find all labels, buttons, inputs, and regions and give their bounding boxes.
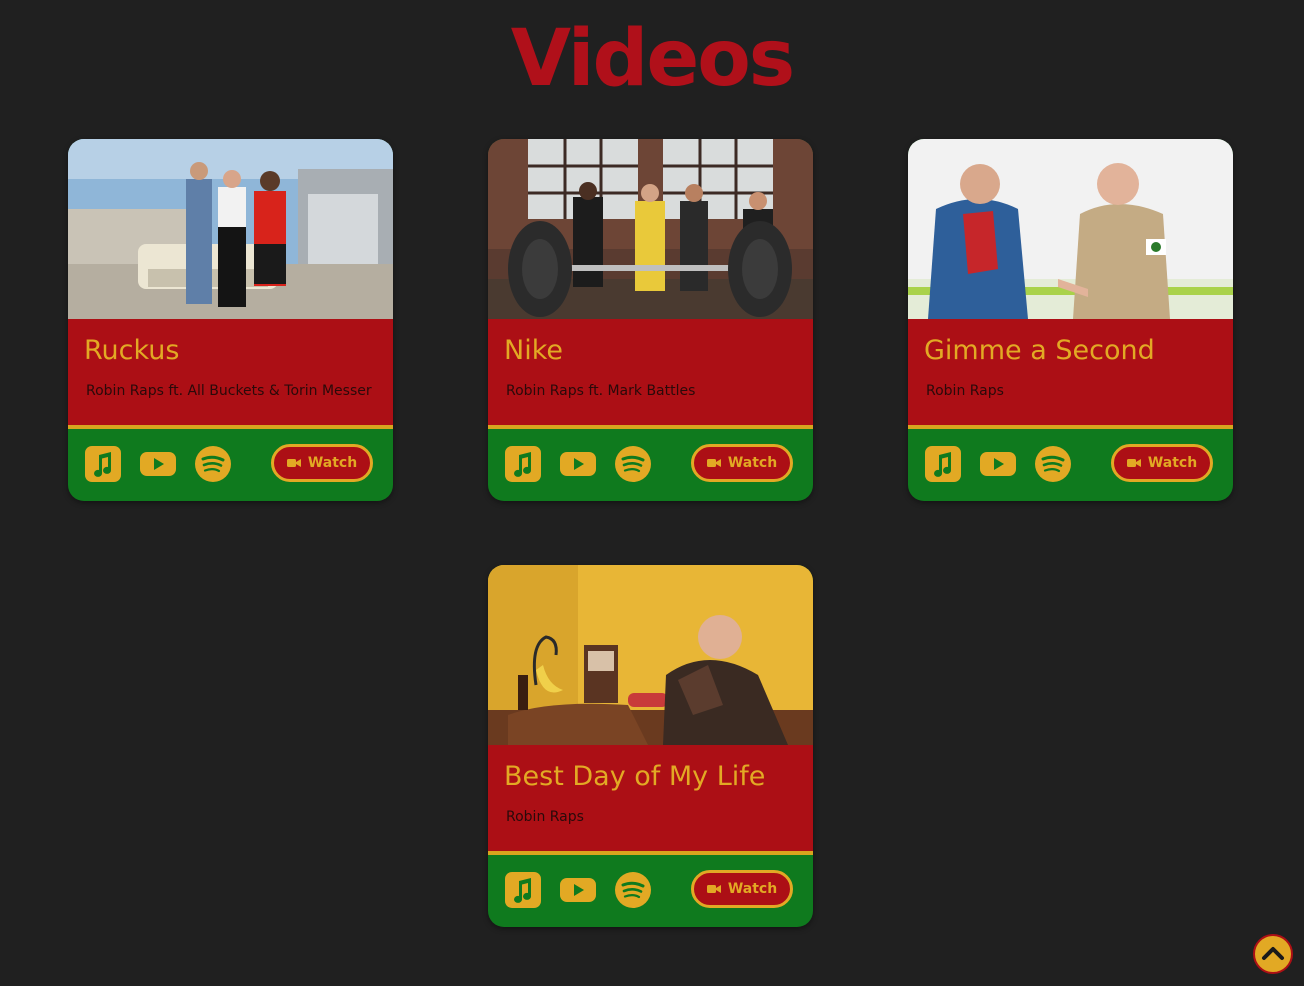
- video-camera-icon: [1126, 459, 1141, 467]
- video-info: Best Day of My Life Robin Raps: [488, 745, 813, 855]
- chevron-up-icon: [1262, 947, 1284, 960]
- video-camera-icon: [706, 459, 721, 467]
- video-thumbnail[interactable]: [908, 139, 1233, 319]
- watch-button[interactable]: Watch: [691, 870, 793, 908]
- video-card-ruckus: Ruckus Robin Raps ft. All Buckets & Tori…: [68, 139, 393, 501]
- youtube-icon[interactable]: [560, 872, 596, 908]
- watch-button[interactable]: Watch: [271, 444, 373, 482]
- video-actions: Watch: [488, 855, 813, 927]
- video-thumbnail[interactable]: [488, 565, 813, 745]
- video-title: Gimme a Second: [924, 335, 1155, 366]
- apple-music-icon[interactable]: [925, 446, 961, 482]
- video-camera-icon: [706, 885, 721, 893]
- video-artist: Robin Raps ft. Mark Battles: [506, 383, 696, 399]
- spotify-icon[interactable]: [615, 872, 651, 908]
- spotify-icon[interactable]: [1035, 446, 1071, 482]
- watch-button[interactable]: Watch: [1111, 444, 1213, 482]
- scroll-to-top-button[interactable]: [1253, 934, 1293, 974]
- youtube-icon[interactable]: [560, 446, 596, 482]
- video-card-gimme-a-second: Gimme a Second Robin Raps Watch: [908, 139, 1233, 501]
- video-title: Best Day of My Life: [504, 761, 766, 792]
- youtube-icon[interactable]: [980, 446, 1016, 482]
- video-thumbnail[interactable]: [488, 139, 813, 319]
- apple-music-icon[interactable]: [505, 446, 541, 482]
- watch-label: Watch: [1147, 455, 1198, 471]
- video-artist: Robin Raps: [926, 383, 1004, 399]
- video-card-best-day-of-my-life: Best Day of My Life Robin Raps Watch: [488, 565, 813, 927]
- watch-label: Watch: [727, 455, 778, 471]
- watch-label: Watch: [307, 455, 358, 471]
- spotify-icon[interactable]: [195, 446, 231, 482]
- apple-music-icon[interactable]: [505, 872, 541, 908]
- youtube-icon[interactable]: [140, 446, 176, 482]
- video-title: Nike: [504, 335, 563, 366]
- video-info: Gimme a Second Robin Raps: [908, 319, 1233, 429]
- video-thumbnail[interactable]: [68, 139, 393, 319]
- video-artist: Robin Raps ft. All Buckets & Torin Messe…: [86, 383, 372, 399]
- page-title: Videos: [510, 14, 795, 104]
- video-artist: Robin Raps: [506, 809, 584, 825]
- video-title: Ruckus: [84, 335, 180, 366]
- video-actions: Watch: [488, 429, 813, 501]
- apple-music-icon[interactable]: [85, 446, 121, 482]
- watch-label: Watch: [727, 881, 778, 897]
- video-actions: Watch: [68, 429, 393, 501]
- video-card-nike: Nike Robin Raps ft. Mark Battles Watch: [488, 139, 813, 501]
- video-info: Nike Robin Raps ft. Mark Battles: [488, 319, 813, 429]
- video-actions: Watch: [908, 429, 1233, 501]
- video-camera-icon: [286, 459, 301, 467]
- spotify-icon[interactable]: [615, 446, 651, 482]
- watch-button[interactable]: Watch: [691, 444, 793, 482]
- video-info: Ruckus Robin Raps ft. All Buckets & Tori…: [68, 319, 393, 429]
